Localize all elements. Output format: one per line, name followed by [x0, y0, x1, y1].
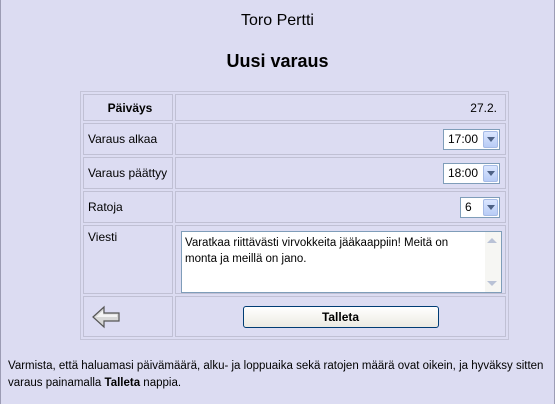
scroll-down-icon[interactable]: [487, 281, 497, 286]
end-label: Varaus päättyy: [83, 157, 173, 189]
help-text-start: Varmista, että haluamasi päivämäärä, alk…: [8, 360, 544, 389]
user-name: Toro Pertti: [241, 12, 314, 29]
chevron-down-icon: [483, 164, 498, 182]
start-row: Varaus alkaa 17:00: [83, 123, 506, 155]
action-row: Talleta: [83, 296, 506, 337]
help-text-end: nappia.: [140, 377, 182, 389]
date-row: Päiväys 27.2.: [83, 94, 506, 121]
message-label: Viesti: [83, 225, 173, 294]
end-time-select[interactable]: 18:00: [443, 162, 500, 184]
page-title: Uusi varaus: [226, 51, 329, 71]
back-arrow-icon[interactable]: [91, 305, 121, 329]
start-time-select[interactable]: 17:00: [443, 128, 500, 150]
help-text-bold: Talleta: [104, 377, 141, 389]
help-text: Varmista, että haluamasi päivämäärä, alk…: [8, 358, 555, 392]
tracks-select[interactable]: 6: [460, 196, 500, 218]
tracks-label: Ratoja: [83, 191, 173, 223]
reservation-form: Päiväys 27.2. Varaus alkaa 17:00 Varaus …: [80, 91, 509, 340]
chevron-down-icon: [483, 130, 498, 148]
scroll-up-icon[interactable]: [487, 238, 497, 243]
date-label: Päiväys: [83, 94, 173, 121]
save-button[interactable]: Talleta: [242, 305, 439, 328]
message-text: Varatkaa riittävästi virvokkeita jääkaap…: [185, 237, 449, 265]
message-row: Viesti Varatkaa riittävästi virvokkeita …: [83, 225, 506, 294]
tracks-row: Ratoja 6: [83, 191, 506, 223]
start-label: Varaus alkaa: [83, 123, 173, 155]
message-scrollbar[interactable]: [485, 232, 501, 292]
tracks-value: 6: [465, 199, 472, 214]
chevron-down-icon: [483, 198, 498, 216]
end-time-value: 18:00: [448, 165, 479, 180]
message-textarea[interactable]: Varatkaa riittävästi virvokkeita jääkaap…: [181, 231, 502, 293]
date-value: 27.2.: [175, 94, 506, 121]
start-time-value: 17:00: [448, 131, 479, 146]
end-row: Varaus päättyy 18:00: [83, 157, 506, 189]
